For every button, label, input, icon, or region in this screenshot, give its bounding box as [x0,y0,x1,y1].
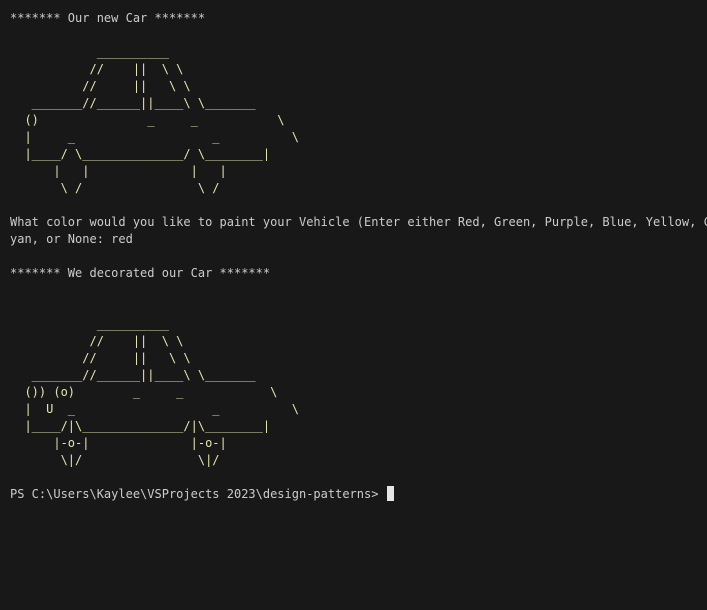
title-line: ******* Our new Car ******* [10,11,206,25]
text-cursor [386,486,394,501]
car-art-line: ()) (o) _ _ \ [10,385,278,399]
car-art-line: |____/|\______________/|\________| [10,419,271,433]
car-art-line: // || \ \ [10,334,184,348]
car-art-line: // || \ \ [10,79,191,93]
car-ascii-art-decorated: __________ // || \ \ // || \ \ _______//… [10,316,700,469]
car-art-line: __________ [10,45,169,59]
car-art-line: |-o-| |-o-| [10,436,227,450]
car-art-line: \ / \ / [10,181,220,195]
car-art-line: | | | | [10,164,227,178]
terminal-output[interactable]: ******* Our new Car ******* __________ /… [10,10,707,503]
car-art-line: _______//______||____\ \_______ [10,368,256,382]
car-art-line: | U _ _ \ [10,402,299,416]
car-ascii-art-original: __________ // || \ \ // || \ \ _______//… [10,44,700,197]
shell-prompt-line[interactable]: PS C:\Users\Kaylee\VSProjects 2023\desig… [10,486,700,503]
decorated-line: ******* We decorated our Car ******* [10,266,271,280]
color-prompt-line-1: What color would you like to paint your … [10,215,707,229]
shell-prompt: PS C:\Users\Kaylee\VSProjects 2023\desig… [10,487,386,501]
color-prompt-line-2: yan, or None: red [10,232,133,246]
car-art-line: |____/ \______________/ \________| [10,147,271,161]
car-art-line: \|/ \|/ [10,453,220,467]
car-art-line: _______//______||____\ \_______ [10,96,256,110]
car-art-line: | _ _ \ [10,130,299,144]
car-art-line: () _ _ \ [10,113,285,127]
car-art-line: // || \ \ [10,62,184,76]
car-art-line: // || \ \ [10,351,191,365]
car-art-line: __________ [10,317,169,331]
